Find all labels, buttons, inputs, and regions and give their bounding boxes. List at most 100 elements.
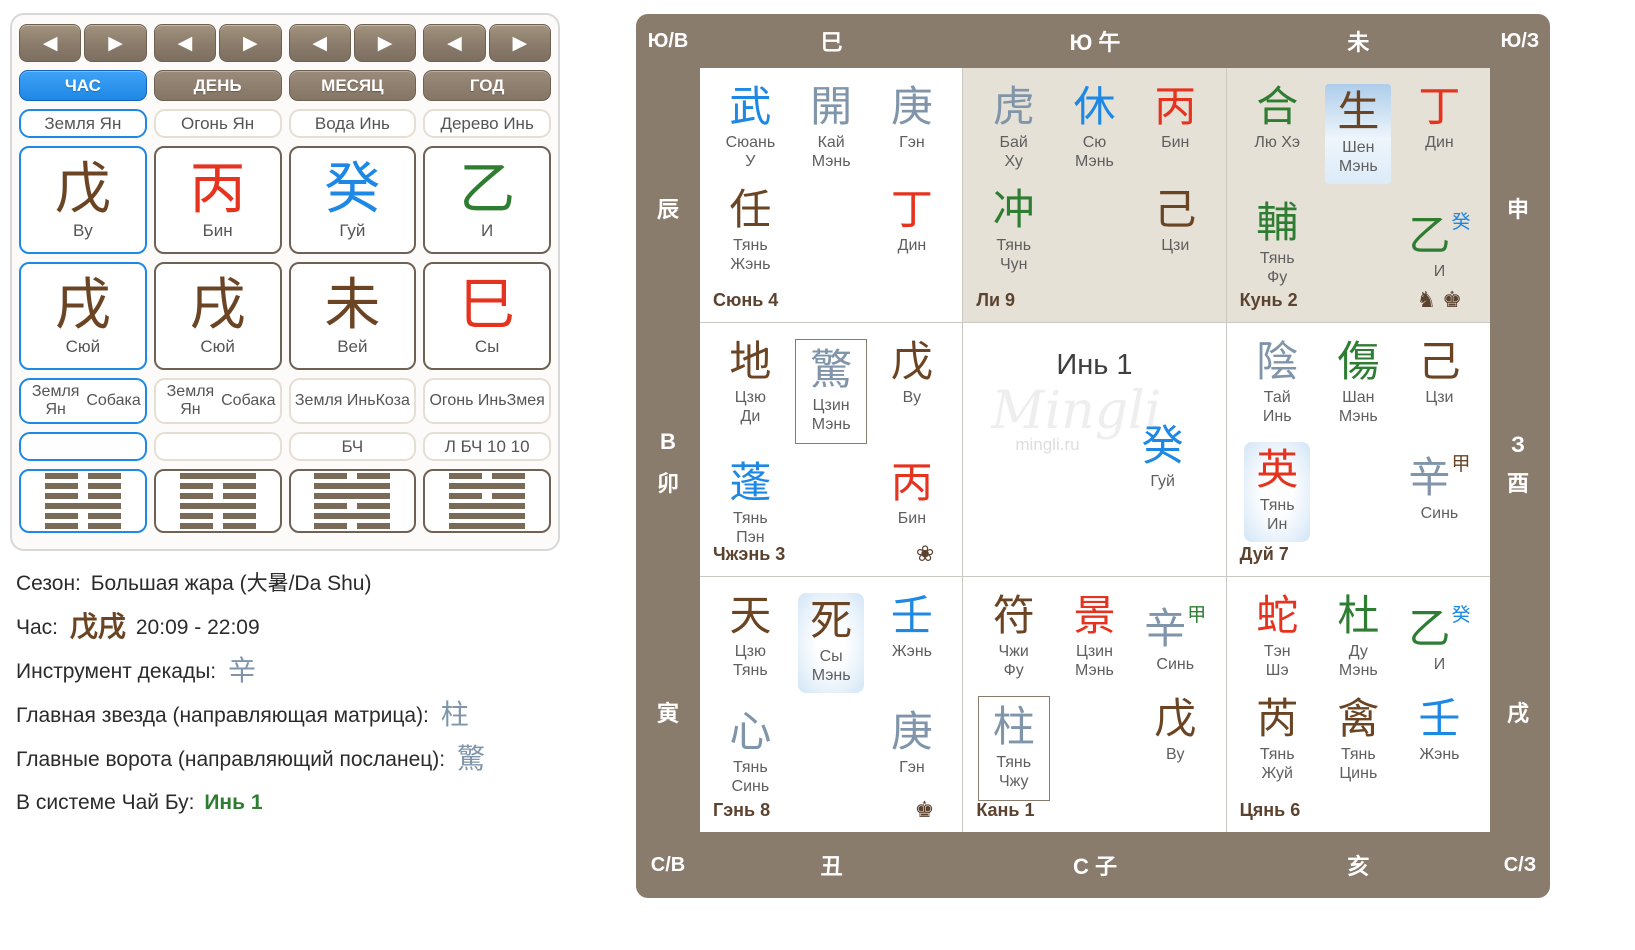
nav-group-year: ◀▶ [423,24,551,62]
tab-month[interactable]: МЕСЯЦ [289,70,417,101]
tab-hour[interactable]: ЧАС [19,70,147,101]
elements-row: Земля ЯнОгонь ЯнВода ИньДерево Инь [19,109,551,138]
info-value: Инь 1 [204,791,262,814]
extra-row: БЧЛ БЧ 10 10 [19,432,551,461]
stem-item: 戊Ву [1154,696,1196,764]
stem-char: 己 [1418,339,1460,385]
stem-item: 庚Гэн [891,84,933,152]
deity-caption: ЧжиФу [993,642,1035,680]
nav-group-month: ◀▶ [289,24,417,62]
element-label-day: Огонь Ян [154,109,282,138]
frame-bottom-label-0: С/В [636,854,700,877]
frame-bottom-label-4: С/З [1490,854,1550,877]
stem-char: 庚 [891,709,933,755]
nav-next-year-button[interactable]: ▶ [489,24,551,62]
arrow-left-icon: ◀ [43,32,58,55]
star-item: 心ТяньСинь [729,709,771,796]
deity-caption: ЦзюДи [729,388,771,426]
stem-item: 丙Бин [1154,84,1196,152]
tab-day[interactable]: ДЕНЬ [154,70,282,101]
stem-name: Гуй [339,221,365,241]
horse-icon: ♞ [1417,287,1443,312]
hexagrams-row [19,469,551,533]
arrow-right-icon: ▶ [513,32,528,55]
deity-caption: СюаньУ [726,133,776,171]
stem-caption: Гэн [891,758,933,777]
arrow-left-icon: ◀ [312,32,327,55]
gate-caption: СыМэнь [810,647,852,685]
flower-icon: ❀ [916,541,940,566]
gate-char: 杜 [1337,593,1379,639]
stem-char: 辛甲 [1408,442,1470,501]
stem-caption: И [1408,262,1470,281]
nav-row: ◀▶◀▶◀▶◀▶ [19,24,551,62]
stem-char: 丙 [891,460,933,506]
frame-left-cjk: 卯 [650,466,686,498]
hexagram-line [45,523,121,529]
arrow-left-icon: ◀ [178,32,193,55]
element-label-month: Вода Инь [289,109,417,138]
branch-name: Сюй [66,337,101,357]
branch-name: Вей [337,337,367,357]
stem-item: 庚 Гэн [891,709,933,777]
frame-bottom-labels: С/В丑С 子亥С/З [636,832,1550,898]
stem-char: 丙 [1154,84,1196,130]
nav-prev-day-button[interactable]: ◀ [154,24,216,62]
nav-next-hour-button[interactable]: ▶ [84,24,146,62]
frame-right-cjk: 酉 [1500,466,1536,498]
gate-item: 景ЦзинМэнь [1073,593,1115,680]
deity-caption: ТэнШэ [1256,642,1298,680]
info-line-season: Сезон: Большая жара (大暑/Da Shu) [16,568,626,600]
gate-caption: СюМэнь [1073,133,1115,171]
frame-top-label-2: Ю 午 [963,25,1226,57]
animal-label-hour: Земля ЯнСобака [19,378,147,424]
stem-box-year: 乙И [423,146,551,254]
gate-char: 驚 [810,347,852,393]
gate-caption: ШанМэнь [1337,388,1379,426]
frame-top-labels: Ю/В巳Ю 午未Ю/З [636,14,1550,68]
animals-row: Земля ЯнСобакаЗемля ЯнСобакаЗемля ИньКоз… [19,378,551,424]
watermark-url: mingli.ru [1015,435,1161,455]
info-cjk-char: 辛 [228,655,256,686]
tab-year[interactable]: ГОД [423,70,551,101]
stem-name: Ву [73,221,93,241]
palace-gen-8: 天ЦзюТянь死СыМэнь壬Жэнь心ТяньСинь庚ГэнГэнь 8♚ [700,577,963,832]
nav-group-day: ◀▶ [154,24,282,62]
qimen-calculator-page: { "colors": { "blue": "#1E88E5", "slate"… [0,0,1635,950]
stem-char: 庚 [891,84,933,130]
branch-name: Сюй [200,337,235,357]
star-caption: ТяньЖуй [1256,745,1298,783]
info-line-hour: Час: 戊戌20:09 - 22:09 [16,611,626,644]
star-item: 輔ТяньФу [1256,200,1298,287]
branch-char: 巳 [459,275,515,335]
hexagram-month [289,469,417,533]
palace-name-label: Кунь 2 [1240,290,1298,311]
stem-box-hour: 戊Ву [19,146,147,254]
nav-next-day-button[interactable]: ▶ [219,24,281,62]
stem-caption: И [1408,655,1470,674]
stem-caption: Ву [1154,745,1196,764]
nav-prev-month-button[interactable]: ◀ [289,24,351,62]
deity-item: 陰ТайИнь [1256,339,1298,426]
info-label: Сезон: [16,572,87,595]
gate-char: 休 [1073,84,1115,130]
palace-xun-4: 武СюаньУ開КайМэнь庚Гэн任ТяньЖэнь丁ДинСюнь 4 [700,68,963,323]
nav-next-month-button[interactable]: ▶ [354,24,416,62]
arrow-right-icon: ▶ [108,32,123,55]
animal-label-day: Земля ЯнСобака [154,378,282,424]
deity-item: 虎БайХу [993,84,1035,171]
branch-box-hour: 戌Сюй [19,262,147,370]
extra-label-year: Л БЧ 10 10 [423,432,551,461]
stem-item: 辛甲 Синь [1408,442,1470,523]
stem-caption: Синь [1408,504,1470,523]
hexagram-line [180,503,256,509]
hexagram-line [314,523,390,529]
gate-caption: ШенМэнь [1337,138,1379,176]
info-block: Сезон: Большая жара (大暑/Da Shu) Час: 戊戌20… [16,568,626,830]
nav-prev-year-button[interactable]: ◀ [423,24,485,62]
star-item: 冲ТяньЧун [993,187,1035,274]
info-line-decade-instrument: Инструмент декады: 辛 [16,655,626,688]
nav-prev-hour-button[interactable]: ◀ [19,24,81,62]
hexagram-hour [19,469,147,533]
frame-top-label-4: Ю/З [1490,30,1550,53]
